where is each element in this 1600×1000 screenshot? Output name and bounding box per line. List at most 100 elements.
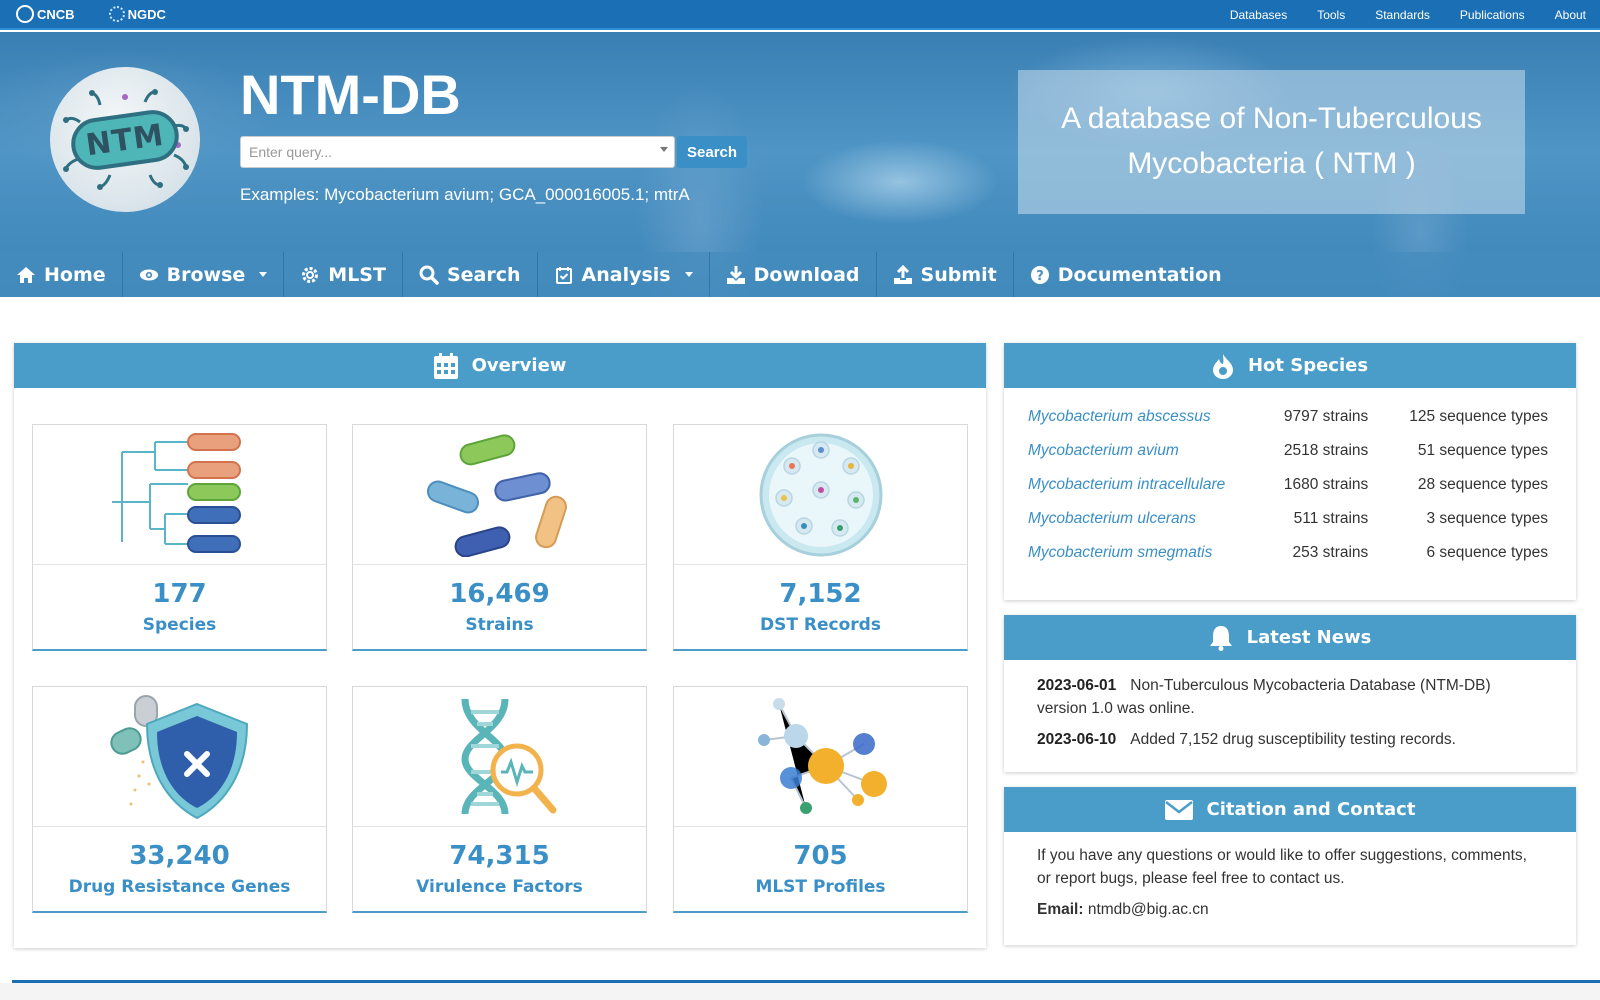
- nav-documentation[interactable]: ? Documentation: [1014, 252, 1238, 297]
- strain-count: 2518 strains: [1283, 442, 1369, 459]
- stat-card-dst-records[interactable]: 7,152 DST Records: [673, 424, 968, 651]
- news-list: 2023-06-01 Non-Tuberculous Mycobacteria D…: [1004, 660, 1576, 751]
- stat-label: MLST Profiles: [755, 877, 886, 897]
- shield-pill-icon: [33, 687, 326, 827]
- top-links: Databases Tools Standards Publications A…: [1230, 0, 1600, 30]
- stat-label: DST Records: [760, 615, 881, 635]
- search-button[interactable]: Search: [677, 136, 748, 168]
- upload-icon: [893, 264, 913, 285]
- overview-panel: Overview 177 Species 16,469 Strains 7,15…: [14, 343, 986, 948]
- cncb-logo-icon: [16, 5, 34, 23]
- eye-icon: [139, 265, 159, 285]
- overview-title: Overview: [471, 355, 567, 376]
- toplink-publications[interactable]: Publications: [1460, 8, 1525, 22]
- search-icon: [419, 265, 439, 285]
- stat-label: Species: [142, 615, 217, 635]
- search-placeholder: Enter query...: [249, 144, 333, 160]
- table-row: Mycobacterium avium 2518 strains 51 sequ…: [1004, 434, 1576, 468]
- cncb-label: CNCB: [37, 6, 75, 22]
- species-link[interactable]: Mycobacterium smegmatis: [1004, 536, 1266, 570]
- fire-icon: [1212, 353, 1234, 379]
- bell-icon: [1209, 625, 1233, 651]
- table-row: Mycobacterium intracellulare 1680 strain…: [1004, 468, 1576, 502]
- stat-value: 74,315: [449, 841, 550, 871]
- top-bar: CNCB NGDC Databases Tools Standards Publ…: [0, 0, 1600, 30]
- strain-count: 1680 strains: [1283, 476, 1369, 493]
- species-link[interactable]: Mycobacterium intracellulare: [1004, 468, 1266, 502]
- cncb-logo[interactable]: CNCB: [16, 5, 75, 23]
- email-label: Email:: [1037, 901, 1084, 918]
- nav-download[interactable]: Download: [710, 252, 877, 297]
- species-link[interactable]: Mycobacterium abscessus: [1004, 400, 1266, 434]
- stat-card-drug-resistance[interactable]: 33,240 Drug Resistance Genes: [32, 686, 327, 913]
- nav-home-label: Home: [44, 263, 106, 286]
- dna-magnifier-icon: [353, 687, 646, 827]
- toplink-standards[interactable]: Standards: [1375, 8, 1430, 22]
- nav-analysis[interactable]: Analysis: [538, 252, 710, 297]
- home-icon: [16, 265, 36, 285]
- table-row: Mycobacterium smegmatis 253 strains 6 se…: [1004, 536, 1576, 570]
- site-title: NTM-DB: [240, 63, 461, 126]
- stat-label: Virulence Factors: [416, 877, 583, 897]
- contact-email-line: Email: ntmdb@big.ac.cn: [1037, 898, 1544, 921]
- nav-mlst[interactable]: MLST: [284, 252, 403, 297]
- contact-title: Citation and Contact: [1206, 799, 1416, 820]
- stat-card-species[interactable]: 177 Species: [32, 424, 327, 651]
- network-icon: [674, 687, 967, 827]
- stat-card-strains[interactable]: 16,469 Strains: [352, 424, 647, 651]
- stat-label: Strains: [465, 615, 534, 635]
- contact-text: If you have any questions or would like …: [1037, 847, 1527, 887]
- gear-icon: [300, 265, 320, 285]
- nav-analysis-label: Analysis: [581, 263, 671, 286]
- nav-search[interactable]: Search: [403, 252, 538, 297]
- hot-species-title: Hot Species: [1247, 355, 1369, 376]
- hot-species-table: Mycobacterium abscessus 9797 strains 125…: [1004, 400, 1576, 570]
- download-icon: [726, 265, 746, 285]
- news-date: 2023-06-01: [1037, 677, 1117, 694]
- nav-browse[interactable]: Browse: [123, 252, 285, 297]
- nav-download-label: Download: [753, 263, 860, 286]
- search-row: Enter query... Search: [240, 136, 748, 168]
- species-link[interactable]: Mycobacterium avium: [1004, 434, 1266, 468]
- latest-news-header: Latest News: [1004, 615, 1576, 660]
- search-dropdown-caret-icon[interactable]: [660, 147, 668, 152]
- species-tree-icon: [33, 425, 326, 565]
- ngdc-logo-icon: [108, 6, 125, 22]
- stat-value: 177: [152, 579, 207, 609]
- toplink-about[interactable]: About: [1555, 8, 1586, 22]
- tagline-line1: A database of Non-Tuberculous: [1061, 102, 1482, 135]
- stat-card-mlst-profiles[interactable]: 705 MLST Profiles: [673, 686, 968, 913]
- toplink-tools[interactable]: Tools: [1317, 8, 1345, 22]
- nav-home[interactable]: Home: [0, 252, 123, 297]
- nav-search-label: Search: [446, 263, 521, 286]
- stat-value: 16,469: [449, 579, 550, 609]
- sequence-type-count: 6 sequence types: [1426, 544, 1548, 561]
- nav-submit[interactable]: Submit: [877, 252, 1014, 297]
- toplink-databases[interactable]: Databases: [1230, 8, 1287, 22]
- nav-documentation-label: Documentation: [1057, 263, 1222, 286]
- nav-mlst-label: MLST: [328, 263, 386, 286]
- calendar-check-icon: [554, 265, 574, 285]
- hot-species-header: Hot Species: [1004, 343, 1576, 388]
- contact-body: If you have any questions or would like …: [1004, 832, 1576, 921]
- ngdc-logo[interactable]: NGDC: [108, 6, 166, 22]
- ntm-logo[interactable]: NTM: [50, 67, 200, 212]
- question-circle-icon: ?: [1030, 265, 1050, 285]
- chevron-down-icon: [259, 272, 268, 277]
- table-row: Mycobacterium abscessus 9797 strains 125…: [1004, 400, 1576, 434]
- search-examples: Examples: Mycobacterium avium; GCA_00001…: [240, 185, 690, 204]
- nav-browse-label: Browse: [166, 263, 246, 286]
- news-text: Added 7,152 drug susceptibility testing …: [1130, 731, 1456, 748]
- sequence-type-count: 28 sequence types: [1417, 476, 1548, 493]
- tagline-line2: Mycobacteria ( NTM ): [1127, 147, 1416, 180]
- hot-species-panel: Hot Species Mycobacterium abscessus 9797…: [1004, 343, 1576, 600]
- email-address[interactable]: ntmdb@big.ac.cn: [1088, 901, 1209, 918]
- stat-value: 705: [793, 841, 848, 871]
- main-nav: Home Browse MLST Search Analysis Downloa…: [0, 252, 1600, 297]
- species-link[interactable]: Mycobacterium ulcerans: [1004, 502, 1266, 536]
- stat-card-virulence-factors[interactable]: 74,315 Virulence Factors: [352, 686, 647, 913]
- banner: NTM NTM-DB Enter query... Search Example…: [0, 32, 1600, 297]
- news-date: 2023-06-10: [1037, 731, 1117, 748]
- strain-count: 9797 strains: [1283, 408, 1369, 425]
- search-input[interactable]: Enter query...: [240, 136, 675, 168]
